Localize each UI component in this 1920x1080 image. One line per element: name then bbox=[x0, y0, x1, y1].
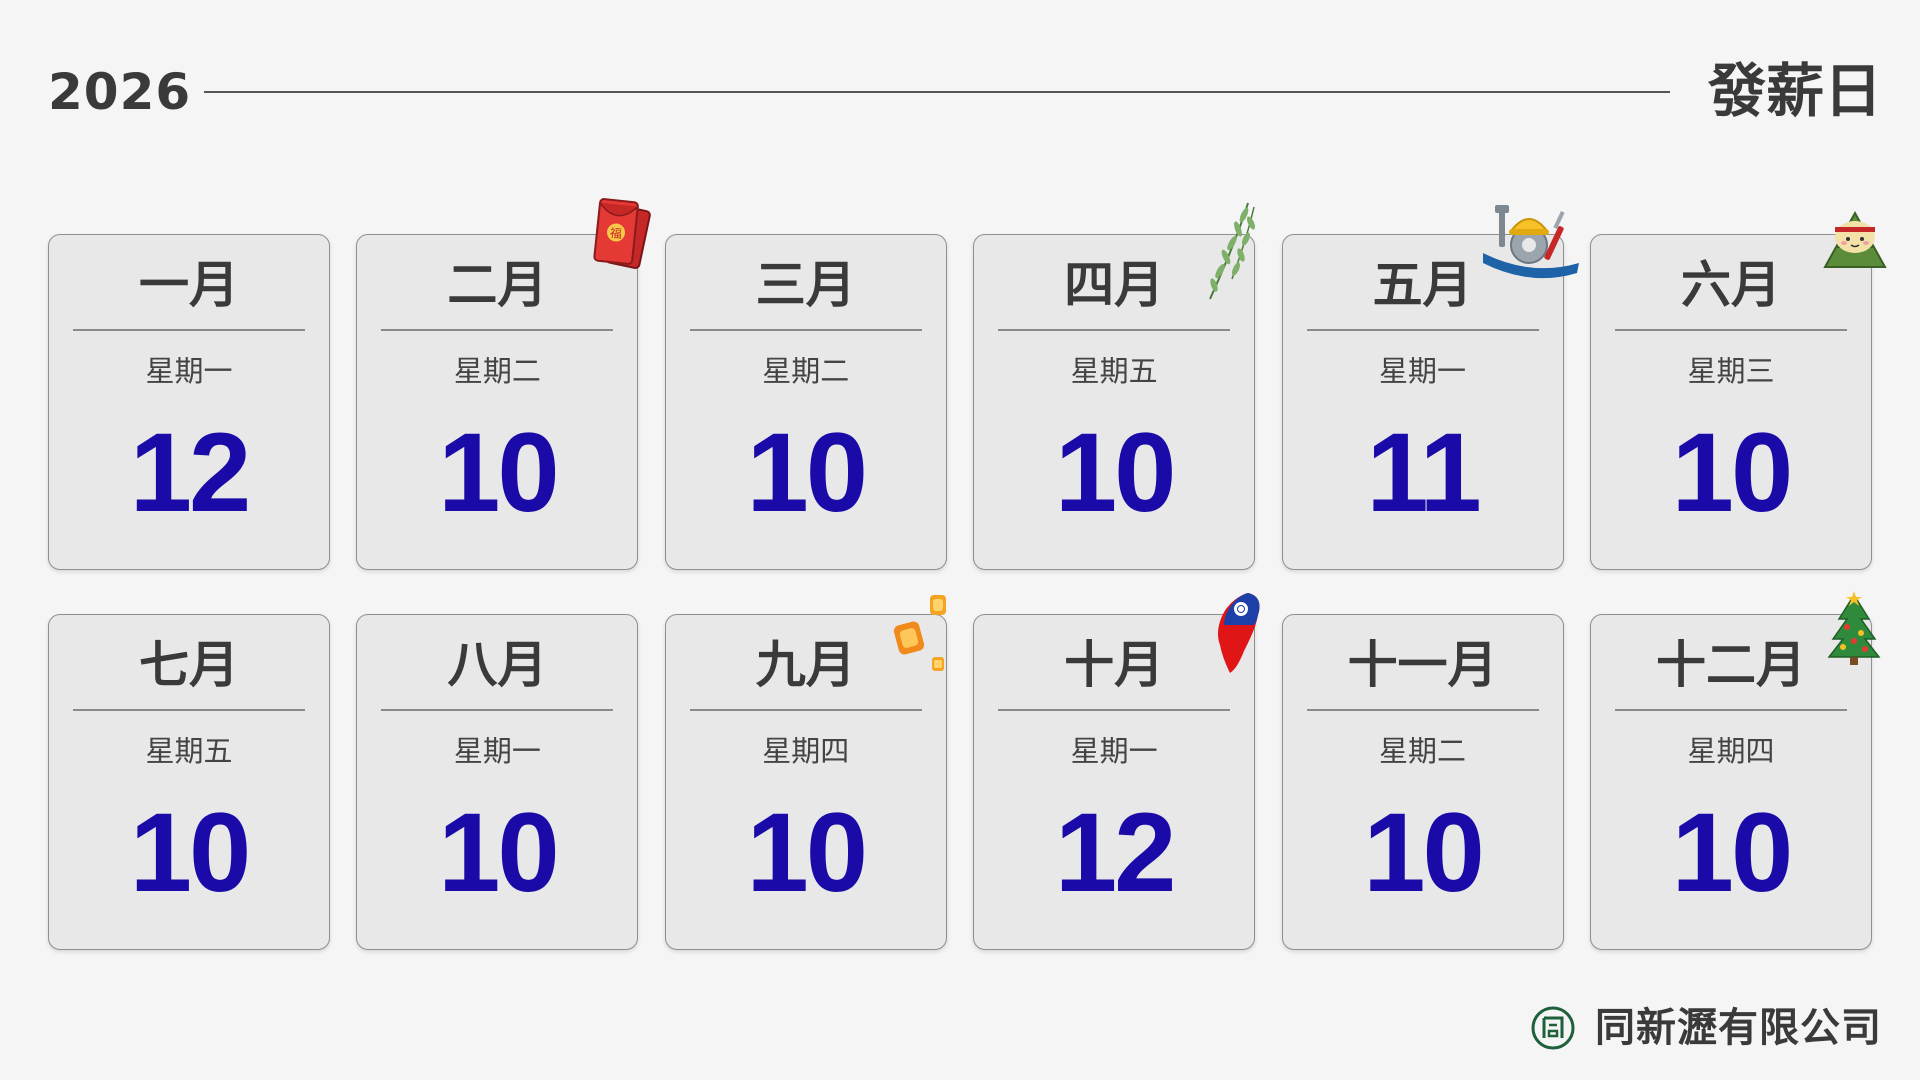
card-divider bbox=[381, 709, 614, 711]
weekday-label: 星期一 bbox=[1379, 354, 1467, 388]
payday-number: 10 bbox=[129, 790, 252, 915]
month-card-2: 二月 星期二 10 福 bbox=[356, 198, 652, 570]
card-divider bbox=[998, 329, 1231, 331]
payday-number: 11 bbox=[1366, 410, 1481, 535]
card-divider bbox=[689, 709, 922, 711]
card-divider bbox=[73, 709, 305, 711]
weekday-label: 星期二 bbox=[453, 354, 541, 388]
payday-number: 12 bbox=[129, 410, 252, 535]
payday-number: 10 bbox=[438, 790, 560, 915]
weekday-label: 星期二 bbox=[762, 354, 850, 388]
month-label: 十二月 bbox=[1655, 636, 1806, 694]
month-card-12: 十二月 星期四 10 bbox=[1589, 591, 1881, 950]
month-label: 五月 bbox=[1372, 256, 1473, 314]
weekday-label: 星期五 bbox=[145, 734, 233, 768]
payday-number: 10 bbox=[438, 410, 560, 535]
month-card-3: 三月 星期二 10 bbox=[664, 234, 947, 570]
payday-number: 10 bbox=[746, 790, 868, 915]
svg-text:福: 福 bbox=[610, 225, 624, 241]
card-divider bbox=[73, 329, 305, 331]
month-label: 十月 bbox=[1064, 636, 1165, 694]
weekday-label: 星期一 bbox=[145, 354, 233, 388]
weekday-label: 星期一 bbox=[453, 734, 541, 768]
payday-number: 10 bbox=[1363, 790, 1485, 915]
month-label: 四月 bbox=[1064, 256, 1165, 314]
month-label: 八月 bbox=[447, 636, 548, 694]
card-divider bbox=[1306, 709, 1539, 711]
month-card-7: 七月 星期五 10 bbox=[48, 614, 330, 950]
weekday-label: 星期二 bbox=[1379, 734, 1467, 768]
year-label: 2026 bbox=[48, 63, 192, 121]
payday-number: 10 bbox=[1054, 410, 1177, 535]
company-name: 同新瀝有限公司 bbox=[1595, 1005, 1882, 1051]
month-label: 七月 bbox=[139, 636, 239, 694]
month-card-11: 十一月 星期二 10 bbox=[1281, 614, 1564, 950]
month-label: 一月 bbox=[139, 256, 239, 314]
card-divider bbox=[689, 329, 922, 331]
month-label: 九月 bbox=[755, 636, 856, 694]
payday-number: 10 bbox=[1671, 410, 1794, 535]
weekday-label: 星期三 bbox=[1687, 354, 1775, 388]
weekday-label: 星期一 bbox=[1070, 734, 1158, 768]
card-divider bbox=[381, 329, 614, 331]
company-logo-icon bbox=[1531, 1006, 1575, 1050]
month-label: 三月 bbox=[755, 256, 856, 314]
card-divider bbox=[998, 709, 1231, 711]
card-divider bbox=[1614, 329, 1847, 331]
weekday-label: 星期四 bbox=[1687, 734, 1775, 768]
card-divider bbox=[1306, 329, 1539, 331]
weekday-label: 星期四 bbox=[762, 734, 850, 768]
month-card-9: 九月 星期四 10 bbox=[664, 595, 947, 950]
month-card-4: 四月 星期五 10 bbox=[973, 202, 1256, 570]
payday-number: 12 bbox=[1054, 790, 1177, 915]
month-card-5: 五月 星期一 11 bbox=[1281, 205, 1579, 570]
month-card-10: 十月 星期一 12 bbox=[973, 593, 1260, 950]
card-divider bbox=[1614, 709, 1847, 711]
month-label: 十一月 bbox=[1347, 636, 1498, 694]
header-divider bbox=[204, 91, 1670, 93]
weekday-label: 星期五 bbox=[1070, 354, 1158, 388]
calendar-grid: 一月 星期一 12 二月 星期二 10 福 三月 星期二 10 四月 星期五 1… bbox=[48, 198, 1887, 950]
month-card-8: 八月 星期一 10 bbox=[356, 614, 639, 950]
payday-number: 10 bbox=[746, 410, 868, 535]
month-card-6: 六月 星期三 10 bbox=[1589, 210, 1887, 570]
payday-number: 10 bbox=[1671, 790, 1794, 915]
month-label: 六月 bbox=[1680, 256, 1781, 314]
company-footer: 同新瀝有限公司 bbox=[1531, 998, 1882, 1058]
month-label: 二月 bbox=[447, 256, 548, 314]
page-title: 發薪日 bbox=[1707, 57, 1882, 125]
month-card-1: 一月 星期一 12 bbox=[48, 234, 330, 570]
